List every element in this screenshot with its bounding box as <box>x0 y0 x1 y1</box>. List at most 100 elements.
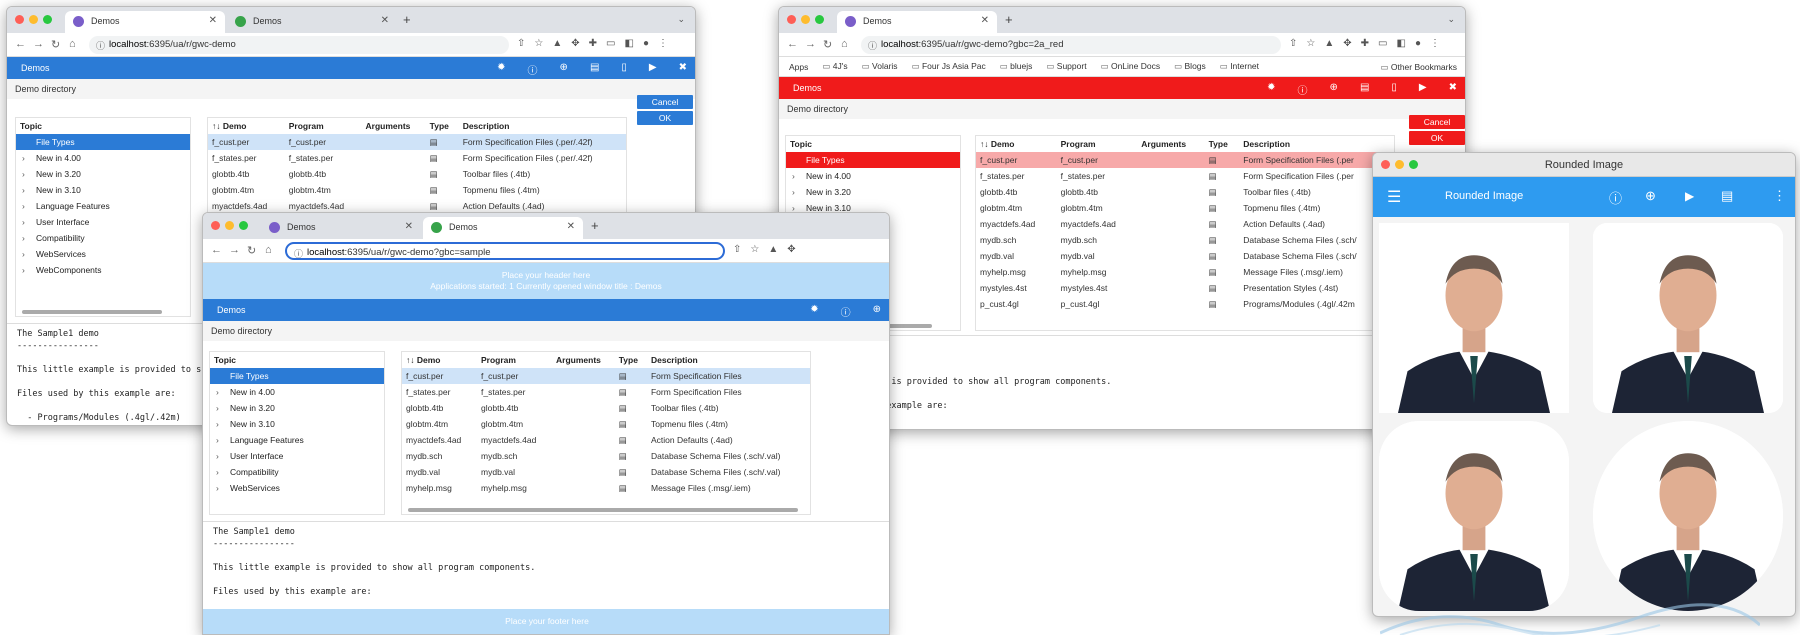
horizontal-scrollbar[interactable] <box>22 310 162 314</box>
column-header[interactable]: Description <box>647 352 810 368</box>
close-tab-icon[interactable]: ✕ <box>381 15 389 26</box>
column-header[interactable]: Program <box>477 352 552 368</box>
bookmark-folder[interactable]: bluejs <box>1000 61 1032 72</box>
window-controls[interactable] <box>15 15 52 24</box>
tree-item[interactable]: › New in 4.00 <box>16 150 190 166</box>
column-header[interactable]: Arguments <box>552 352 615 368</box>
globe-icon[interactable]: ⊕ <box>873 304 881 319</box>
more-vert-icon[interactable]: ⋮ <box>1773 188 1786 204</box>
globe-icon[interactable]: ⊕ <box>1330 82 1338 97</box>
info-icon[interactable]: ⓘ <box>1609 188 1622 207</box>
reload-icon[interactable]: ↻ <box>247 244 256 257</box>
column-header[interactable]: Arguments <box>1137 136 1204 152</box>
play-icon[interactable]: ▶ <box>1419 82 1427 97</box>
bookmark-folder[interactable]: 4J's <box>822 61 848 72</box>
star-icon[interactable]: ☆ <box>1306 38 1315 49</box>
table-row[interactable]: myactdefs.4ad myactdefs.4ad ▤ Action Defaul… <box>402 432 810 448</box>
tree-item-file-types[interactable]: File Types <box>16 134 190 150</box>
column-header[interactable]: ↑↓ Demo <box>976 136 1057 152</box>
back-icon[interactable]: ← <box>15 38 26 50</box>
globe-icon[interactable]: ⊕ <box>560 62 568 77</box>
tab-demos-active[interactable]: Demos ✕ <box>423 217 583 239</box>
column-header[interactable]: Description <box>1239 136 1394 152</box>
tab-demos[interactable]: Demos ✕ <box>227 11 397 33</box>
column-header[interactable]: Description <box>459 118 626 134</box>
window-controls[interactable] <box>787 15 824 24</box>
tree-item[interactable]: › New in 3.20 <box>16 166 190 182</box>
table-row[interactable]: p_cust.4gl p_cust.4gl ▤ Programs/Modules (.… <box>976 296 1394 312</box>
forward-icon[interactable]: → <box>33 38 44 50</box>
tree-item[interactable]: ›Compatibility <box>16 230 190 246</box>
puzzle-icon[interactable]: ✚ <box>1361 38 1369 49</box>
forward-icon[interactable]: → <box>805 38 816 50</box>
extension-icon[interactable]: ✥ <box>571 38 579 49</box>
close-tab-icon[interactable]: ✕ <box>981 15 989 26</box>
table-row[interactable]: mydb.sch mydb.sch ▤ Database Schema Files (… <box>976 232 1394 248</box>
play-icon[interactable]: ▶ <box>649 62 657 77</box>
sidebar-icon[interactable]: ◧ <box>1397 38 1406 49</box>
table-row[interactable]: mydb.val mydb.val ▤ Database Schema Files (… <box>402 464 810 480</box>
column-header[interactable]: ↑↓ Demo <box>402 352 477 368</box>
table-row[interactable]: f_cust.per f_cust.per ▤ Form Specification … <box>402 368 810 384</box>
info-icon[interactable]: ⓘ <box>528 62 538 77</box>
tree-item[interactable]: ›Language Features <box>210 432 384 448</box>
menu-icon[interactable]: ⋮ <box>1430 38 1440 49</box>
tree-item[interactable]: ›Compatibility <box>210 464 384 480</box>
table-row[interactable]: myhelp.msg myhelp.msg ▤ Message Files (.msg… <box>976 264 1394 280</box>
profile-icon[interactable]: ● <box>643 38 649 49</box>
gear-icon[interactable]: ✹ <box>1267 82 1275 97</box>
table-row[interactable]: globtm.4tm globtm.4tm ▤ Topmenu files (.4tm… <box>402 416 810 432</box>
page-icon[interactable]: ▯ <box>1391 82 1397 97</box>
table-row[interactable]: globtm.4tm globtm.4tm ▤ Topmenu files (.4tm… <box>976 200 1394 216</box>
url-field[interactable]: ⓘ localhost:6395/ua/r/gwc-demo?gbc=2a_red <box>861 36 1281 54</box>
tree-item[interactable]: › New in 3.20 <box>786 184 960 200</box>
tree-item[interactable]: ›WebComponents <box>16 262 190 278</box>
sidebar-icon[interactable]: ◧ <box>625 38 634 49</box>
document-icon[interactable]: ▤ <box>590 62 599 77</box>
home-icon[interactable]: ⌂ <box>841 38 848 50</box>
document-icon[interactable]: ▤ <box>1721 188 1733 204</box>
tree-item[interactable]: ›User Interface <box>210 448 384 464</box>
tree-item[interactable]: ›Language Features <box>16 198 190 214</box>
document-icon[interactable]: ▤ <box>1360 82 1369 97</box>
play-icon[interactable]: ▶ <box>1685 189 1694 203</box>
table-row[interactable]: myhelp.msg myhelp.msg ▤ Message Files (.msg… <box>402 480 810 496</box>
url-field[interactable]: ⓘ localhost:6395/ua/r/gwc-demo?gbc=sample <box>285 242 725 260</box>
url-field[interactable]: ⓘ localhost:6395/ua/r/gwc-demo <box>89 36 509 54</box>
close-tab-icon[interactable]: ✕ <box>209 15 217 26</box>
tab-demos-active[interactable]: Demos ✕ <box>837 11 997 33</box>
table-row[interactable]: globtb.4tb globtb.4tb ▤ Toolbar files (.4tb… <box>402 400 810 416</box>
share-icon[interactable]: ⇧ <box>1289 38 1297 49</box>
close-tab-icon[interactable]: ✕ <box>567 221 575 232</box>
bookmark-folder[interactable]: Blogs <box>1174 61 1206 72</box>
tree-item[interactable]: ›WebServices <box>16 246 190 262</box>
menu-icon[interactable]: ⋮ <box>658 38 668 49</box>
close-icon[interactable]: ✖ <box>1449 82 1457 97</box>
new-tab-button[interactable]: + <box>591 218 599 233</box>
table-row[interactable]: f_states.per f_states.per ▤ Form Specificat… <box>402 384 810 400</box>
gear-icon[interactable]: ✹ <box>810 304 818 319</box>
table-row[interactable]: mydb.val mydb.val ▤ Database Schema Files (… <box>976 248 1394 264</box>
column-header[interactable]: Program <box>285 118 362 134</box>
tree-item[interactable]: › New in 3.20 <box>210 400 384 416</box>
window-controls[interactable] <box>211 221 248 230</box>
close-tab-icon[interactable]: ✕ <box>405 221 413 232</box>
close-icon[interactable]: ✖ <box>679 62 687 77</box>
table-row[interactable]: myactdefs.4ad myactdefs.4ad ▤ Action Defaul… <box>976 216 1394 232</box>
forward-icon[interactable]: → <box>229 244 240 256</box>
table-row[interactable]: mystyles.4st mystyles.4st ▤ Presentation St… <box>976 280 1394 296</box>
ok-button[interactable]: OK <box>1409 131 1465 145</box>
gear-icon[interactable]: ✹ <box>497 62 505 77</box>
column-header[interactable]: Arguments <box>362 118 426 134</box>
tab-search-icon[interactable]: ⌄ <box>677 14 685 25</box>
new-tab-button[interactable]: + <box>1005 12 1013 27</box>
table-row[interactable]: globtm.4tm globtm.4tm ▤ Topmenu files (.4tm… <box>208 182 626 198</box>
table-row[interactable]: f_states.per f_states.per ▤ Form Specificat… <box>976 168 1394 184</box>
menu-icon[interactable]: ☰ <box>1387 187 1401 207</box>
bookmark-folder[interactable]: Internet <box>1220 61 1259 72</box>
tree-item[interactable]: ›User Interface <box>16 214 190 230</box>
extension-icon[interactable]: ✥ <box>787 244 795 255</box>
bookmark-folder[interactable]: Four Js Asia Pac <box>912 61 986 72</box>
column-header[interactable]: Type <box>1205 136 1240 152</box>
reload-icon[interactable]: ↻ <box>823 38 832 51</box>
